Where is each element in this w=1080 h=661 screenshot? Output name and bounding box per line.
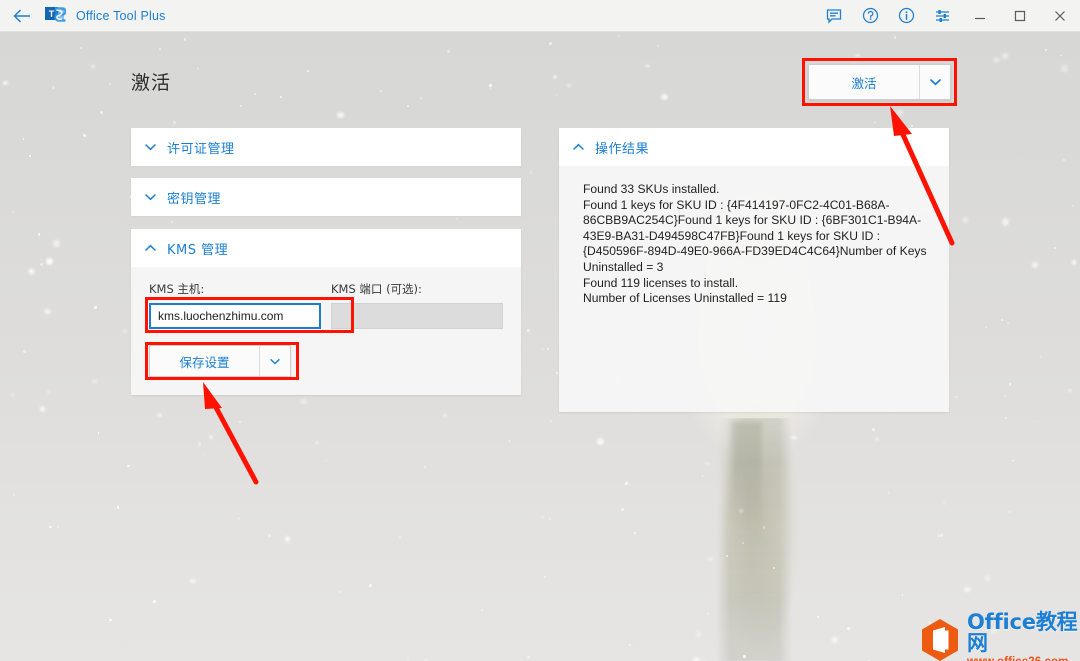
app-window: T Office Tool Plus 激活 激活 许可证管理 密钥管理 KMS …	[0, 0, 1080, 661]
panel-kms-management-title: KMS 管理	[167, 242, 229, 258]
watermark: Office教程网 www.office26.com	[920, 612, 1080, 661]
save-settings-button[interactable]: 保存设置	[150, 346, 260, 376]
page-title: 激活	[131, 72, 172, 94]
info-icon[interactable]	[888, 0, 924, 32]
chevron-up-icon	[573, 143, 595, 151]
chevron-down-icon	[145, 143, 167, 151]
close-button[interactable]	[1040, 0, 1080, 32]
app-title: Office Tool Plus	[76, 8, 166, 23]
kms-port-input[interactable]	[331, 303, 503, 329]
kms-port-label: KMS 端口 (可选):	[331, 282, 422, 296]
panel-key-management-title: 密钥管理	[167, 191, 222, 207]
kms-port-field: KMS 端口 (可选):	[331, 281, 503, 329]
panel-operation-result[interactable]: 操作结果 Found 33 SKUs installed. Found 1 ke…	[559, 128, 949, 412]
kms-host-label: KMS 主机:	[149, 282, 205, 296]
minimize-button[interactable]	[960, 0, 1000, 32]
watermark-url: www.office26.com	[967, 656, 1080, 661]
save-settings-button-group[interactable]: 保存设置	[149, 345, 291, 377]
panel-license-management-header[interactable]: 许可证管理	[131, 128, 521, 166]
chevron-down-icon	[145, 193, 167, 201]
title-bar: T Office Tool Plus	[0, 0, 1080, 32]
panel-license-management[interactable]: 许可证管理	[131, 128, 521, 166]
svg-text:T: T	[48, 9, 54, 19]
maximize-button[interactable]	[1000, 0, 1040, 32]
kms-host-input[interactable]	[149, 303, 321, 329]
kms-fields-row: KMS 主机: KMS 端口 (可选):	[149, 281, 503, 329]
help-icon[interactable]	[852, 0, 888, 32]
panel-kms-management[interactable]: KMS 管理 KMS 主机: KMS 端口 (可选): 保存设置	[131, 229, 521, 395]
chevron-down-icon[interactable]	[260, 346, 290, 376]
chevron-up-icon	[145, 244, 167, 252]
office-tool-plus-logo: T	[44, 5, 66, 27]
office-hexagon-logo	[920, 618, 960, 661]
activate-button-group[interactable]: 激活	[808, 64, 951, 100]
panel-operation-result-header[interactable]: 操作结果	[559, 128, 949, 166]
activate-split-button[interactable]: 激活	[808, 64, 951, 100]
panel-key-management[interactable]: 密钥管理	[131, 178, 521, 216]
operation-result-log: Found 33 SKUs installed. Found 1 keys fo…	[583, 182, 927, 306]
panel-key-management-header[interactable]: 密钥管理	[131, 178, 521, 216]
watermark-text: Office教程网 www.office26.com	[967, 612, 1080, 661]
background-post	[716, 418, 792, 661]
panel-operation-result-title: 操作结果	[595, 141, 650, 157]
panel-kms-management-body: KMS 主机: KMS 端口 (可选): 保存设置	[131, 267, 521, 395]
panel-license-management-title: 许可证管理	[167, 141, 235, 157]
activate-button[interactable]: 激活	[809, 65, 920, 99]
back-arrow-icon[interactable]	[0, 0, 44, 32]
watermark-title: Office教程网	[967, 610, 1078, 655]
kms-host-field: KMS 主机:	[149, 281, 321, 329]
panel-kms-management-header[interactable]: KMS 管理	[131, 229, 521, 267]
panel-operation-result-body: Found 33 SKUs installed. Found 1 keys fo…	[559, 166, 949, 412]
chevron-down-icon[interactable]	[920, 65, 950, 99]
settings-sliders-icon[interactable]	[924, 0, 960, 32]
save-settings-split-button[interactable]: 保存设置	[149, 345, 291, 377]
feedback-icon[interactable]	[816, 0, 852, 32]
